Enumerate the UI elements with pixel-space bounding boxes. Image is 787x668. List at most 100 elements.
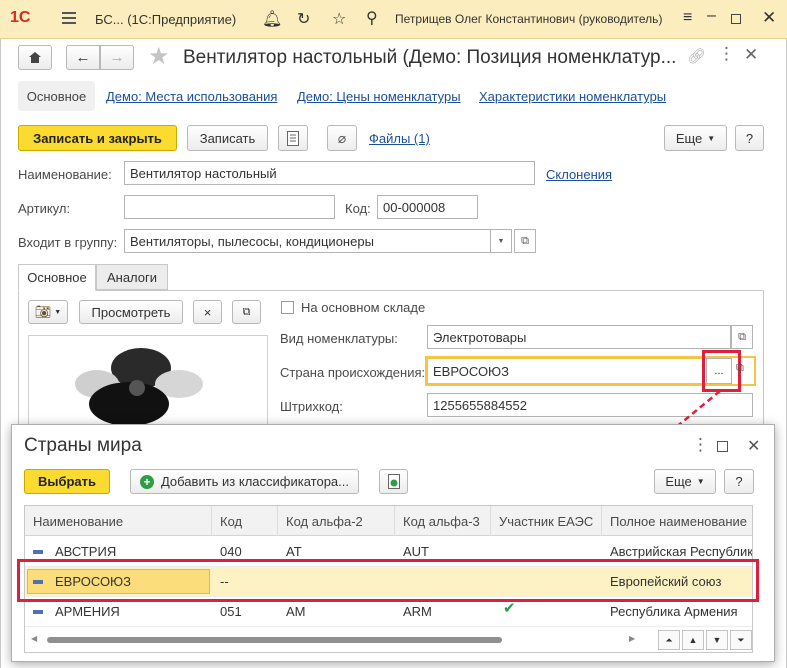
add-circle-icon: + (139, 474, 154, 489)
selected-row-red-highlight (17, 559, 759, 602)
app-title: БС... (1С:Предприятие) (95, 12, 237, 27)
user-name[interactable]: Петрищев Олег Константинович (руководите… (395, 12, 662, 26)
home-button[interactable] (18, 45, 52, 70)
column-header-name[interactable]: Наименование (25, 506, 212, 536)
country-input[interactable]: ЕВРОСОЮЗ (427, 358, 707, 384)
tab-main-label: Основное (26, 88, 87, 104)
open-icon: ⧉ (738, 330, 746, 343)
tab-prices[interactable]: Демо: Цены номенклатуры (297, 89, 461, 104)
name-input[interactable]: Вентилятор настольный (124, 161, 535, 185)
search-icon[interactable]: ⚲ (366, 8, 378, 28)
horizontal-scrollbar[interactable]: ◀ ▶ (31, 634, 641, 646)
dropdown-arrow-icon: ▼ (707, 133, 716, 143)
dialog-title: Страны мира (24, 435, 142, 456)
inner-tab-analogs-label: Аналоги (106, 269, 158, 285)
arrow-bottom-icon: ⏷ (737, 634, 745, 645)
table-header: Наименование Код Код альфа-2 Код альфа-3… (25, 506, 752, 536)
country-open-button[interactable]: ⧉ (736, 362, 744, 375)
favorite-star-icon[interactable]: ★ (148, 42, 170, 71)
arrow-up-icon: ▲ (688, 635, 698, 645)
back-button[interactable]: ← (66, 45, 100, 70)
open-icon: ⧉ (521, 234, 529, 247)
scroll-top-button[interactable]: ⏶ (658, 630, 680, 650)
open-image-button[interactable]: ⧉ (232, 300, 261, 324)
forward-button[interactable]: → (100, 45, 134, 70)
article-input[interactable] (124, 195, 335, 219)
fan-image (75, 348, 203, 426)
group-dropdown[interactable]: ▼ (490, 229, 512, 253)
paperclip-icon: ⌀ (337, 129, 347, 146)
more-actions-icon[interactable]: ⋮ (718, 44, 735, 64)
scroll-down-button[interactable]: ▼ (706, 630, 728, 650)
history-icon[interactable]: ↻ (297, 9, 310, 29)
dialog-more-icon[interactable]: ⋮ (692, 435, 709, 455)
arrow-right-icon: → (109, 49, 125, 66)
barcode-label: Штрихкод: (280, 399, 343, 414)
tab-characteristics[interactable]: Характеристики номенклатуры (479, 89, 666, 104)
scrollbar-thumb[interactable] (47, 637, 502, 643)
scroll-up-button[interactable]: ▲ (682, 630, 704, 650)
product-image (28, 335, 268, 430)
settings-menu-icon[interactable]: ≡ (683, 9, 692, 27)
add-from-classifier-button[interactable]: + Добавить из классификатора... (130, 469, 359, 494)
scroll-right-icon[interactable]: ▶ (629, 634, 635, 643)
dialog-more-button[interactable]: Еще ▼ (654, 469, 716, 494)
code-label: Код: (345, 201, 371, 216)
dialog-more-label: Еще (665, 474, 692, 489)
link-icon[interactable]: 🔗︎ (687, 47, 706, 65)
column-header-eaeu[interactable]: Участник ЕАЭС (491, 506, 602, 536)
app-logo[interactable]: 1С (10, 9, 30, 27)
inner-tab-analogs[interactable]: Аналоги (96, 264, 168, 290)
add-from-classifier-label: Добавить из классификатора... (160, 474, 350, 489)
name-label: Наименование: (18, 167, 112, 182)
group-open-button[interactable]: ⧉ (514, 229, 536, 253)
arrow-down-icon: ▼ (712, 635, 722, 645)
maximize-icon[interactable] (731, 14, 741, 24)
open-icon: ⧉ (242, 305, 251, 318)
print-button[interactable] (278, 125, 308, 151)
more-button-label: Еще (675, 130, 703, 146)
select-button[interactable]: Выбрать (24, 469, 110, 494)
dialog-close-icon[interactable]: ✕ (747, 436, 760, 456)
close-form-icon[interactable]: ✕ (744, 45, 758, 65)
group-input[interactable]: Вентиляторы, пылесосы, кондиционеры (124, 229, 491, 253)
column-header-alpha3[interactable]: Код альфа-3 (395, 506, 491, 536)
code-input[interactable]: 00-000008 (377, 195, 478, 219)
countries-dialog: Страны мира ⋮ ✕ Выбрать + Добавить из кл… (11, 424, 775, 662)
save-and-close-button[interactable]: Записать и закрыть (18, 125, 177, 151)
dialog-maximize-icon[interactable] (717, 441, 728, 452)
help-button[interactable]: ? (735, 125, 764, 151)
favorites-star-icon[interactable]: ☆ (332, 9, 346, 29)
camera-icon: 📷︎ (34, 304, 52, 319)
files-link[interactable]: Файлы (1) (369, 131, 430, 146)
country-label: Страна происхождения: (280, 365, 426, 380)
tab-usage-places[interactable]: Демо: Места использования (106, 89, 277, 104)
declensions-link[interactable]: Склонения (546, 167, 612, 182)
scroll-bottom-button[interactable]: ⏷ (730, 630, 752, 650)
more-button[interactable]: Еще ▼ (664, 125, 727, 151)
minimize-icon[interactable]: – (707, 7, 716, 25)
dialog-help-button[interactable]: ? (724, 469, 754, 494)
save-button[interactable]: Записать (187, 125, 268, 151)
nomenclature-type-input[interactable]: Электротовары (427, 325, 731, 349)
main-warehouse-checkbox[interactable] (281, 301, 294, 314)
add-document-button[interactable] (379, 469, 408, 494)
attach-button[interactable]: ⌀ (327, 125, 357, 151)
camera-button[interactable]: 📷︎ ▼ (28, 300, 68, 324)
column-header-alpha2[interactable]: Код альфа-2 (278, 506, 395, 536)
scroll-left-icon[interactable]: ◀ (31, 634, 37, 643)
column-header-code[interactable]: Код (212, 506, 278, 536)
app-title-bar: 1С БС... (1С:Предприятие) 🔔︎ ↻ ☆ ⚲ Петри… (0, 0, 787, 39)
form-title: Вентилятор настольный (Демо: Позиция ном… (183, 47, 677, 68)
bell-icon[interactable]: 🔔︎ (262, 9, 282, 29)
close-window-icon[interactable]: ✕ (762, 8, 776, 28)
nomenclature-type-open[interactable]: ⧉ (731, 325, 753, 349)
menu-icon[interactable] (62, 12, 76, 24)
inner-tab-main-label: Основное (27, 270, 87, 285)
inner-tab-main[interactable]: Основное (18, 264, 96, 291)
tab-main[interactable]: Основное (18, 81, 95, 111)
view-image-button[interactable]: Просмотреть (79, 300, 183, 324)
document-list-icon (287, 130, 299, 146)
column-header-full-name[interactable]: Полное наименование (602, 506, 752, 536)
clear-image-button[interactable]: × (193, 300, 222, 324)
